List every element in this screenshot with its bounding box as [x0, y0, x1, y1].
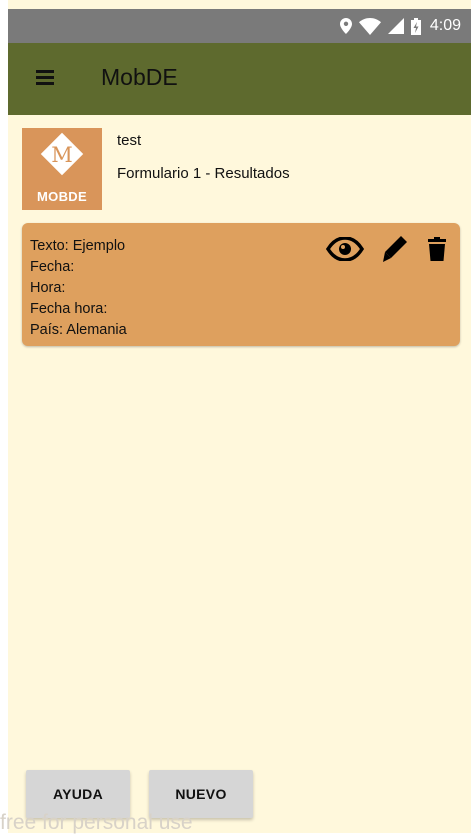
field-hora: Hora: — [30, 280, 66, 296]
result-fields: Texto: Ejemplo Fecha: Hora: Fecha hora: … — [30, 236, 127, 341]
eye-icon[interactable] — [326, 237, 364, 261]
form-subtitle: Formulario 1 - Resultados — [117, 165, 290, 182]
battery-icon — [410, 17, 421, 35]
status-icons: 4:09 — [339, 9, 461, 43]
hamburger-menu-icon[interactable] — [36, 70, 54, 86]
pencil-icon[interactable] — [382, 235, 408, 263]
trash-icon[interactable] — [428, 237, 446, 261]
location-icon — [339, 18, 352, 34]
result-card[interactable]: Texto: Ejemplo Fecha: Hora: Fecha hora: … — [22, 223, 460, 346]
watermark: free for personal use — [0, 811, 193, 834]
field-fecha-hora: Fecha hora: — [30, 301, 108, 317]
logo-diamond: M — [40, 132, 84, 176]
svg-text:M: M — [51, 143, 73, 167]
wifi-icon — [358, 17, 381, 35]
status-bar: 4:09 — [8, 9, 471, 43]
app-title: MobDE — [101, 64, 178, 90]
app-screen: 4:09 MobDE M MOBDE test Formulario 1 - R… — [8, 0, 471, 833]
signal-icon — [387, 18, 404, 34]
app-bar: MobDE — [8, 43, 471, 115]
app-logo: M MOBDE — [22, 128, 102, 210]
field-pais: País: Alemania — [30, 322, 127, 338]
username: test — [117, 132, 142, 149]
field-texto: Texto: Ejemplo — [30, 238, 126, 254]
field-fecha: Fecha: — [30, 259, 75, 275]
clock: 4:09 — [429, 17, 461, 34]
card-actions — [326, 235, 446, 263]
logo-text: MOBDE — [37, 189, 87, 204]
